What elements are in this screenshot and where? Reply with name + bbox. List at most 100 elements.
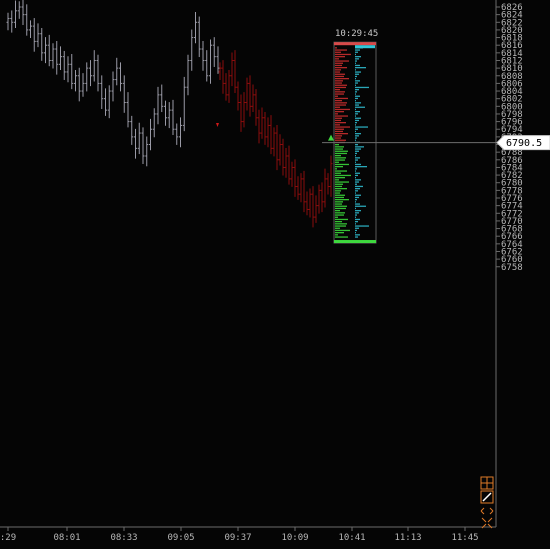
profile-volume-bar [335, 174, 351, 177]
pencil-draw-icon[interactable] [480, 490, 494, 504]
profile-delta-bar [355, 49, 360, 51]
profile-delta-bar [355, 185, 363, 188]
profile-delta-bar [355, 150, 359, 152]
profile-delta-bar [355, 111, 360, 113]
profile-delta-bar [355, 71, 361, 73]
profile-delta-bar [355, 73, 359, 75]
chart-canvas[interactable]: 10:29:45 6826682468226820681868166814681… [0, 0, 550, 545]
profile-delta-bar [355, 133, 361, 135]
profile-volume-bar [335, 159, 345, 161]
profile-delta-bar [355, 172, 360, 174]
profile-volume-bar [335, 221, 342, 223]
profile-delta-bar [355, 93, 356, 95]
profile-volume-bar [335, 97, 348, 100]
profile-volume-bar [335, 137, 341, 139]
profile-delta-bar [355, 227, 359, 229]
profile-volume-bar [335, 58, 339, 60]
profile-delta-bar [355, 122, 357, 124]
time-tick-label: 09:05 [167, 533, 194, 543]
profile-delta-bar [355, 80, 360, 82]
profile-volume-bar [335, 181, 349, 183]
profile-volume-bar [335, 117, 342, 119]
profile-delta-bar [355, 236, 358, 238]
ohlc-bars [6, 0, 333, 228]
profile-delta-bar [355, 135, 359, 137]
profile-volume-bar [335, 78, 349, 80]
profile-volume-bar [335, 161, 339, 163]
profile-volume-bar [335, 106, 340, 108]
profile-delta-bar [355, 174, 358, 177]
profile-delta-bar [355, 137, 357, 139]
profile-volume-bar [335, 75, 344, 78]
profile-delta-bar [355, 51, 358, 53]
profile-volume-bar [335, 119, 341, 122]
profile-delta-bar [355, 53, 356, 56]
profile-delta-bar [355, 78, 356, 80]
profile-top-bar [334, 42, 376, 46]
profile-volume-bar [335, 166, 343, 168]
profile-volume-bar [335, 216, 338, 218]
profile-delta-bar [355, 146, 364, 148]
profile-volume-bar [335, 80, 343, 82]
profile-bottom-bar [334, 240, 376, 244]
profile-volume-bar [335, 205, 347, 207]
profile-volume-bar [335, 47, 337, 49]
profile-delta-bar [355, 177, 356, 179]
profile-delta-bar [355, 210, 361, 212]
time-tick-label: 08:33 [110, 533, 137, 543]
profile-volume-bar [335, 67, 347, 69]
profile-delta-bar [355, 190, 358, 192]
profile-delta-bar [355, 62, 356, 64]
profile-delta-bar [355, 212, 359, 214]
profile-volume-bar [335, 234, 338, 236]
price-chart[interactable]: 10:29:45 6826 6824 6822 6820 6818 6816 6814 681… [0, 0, 550, 545]
profile-delta-bar [355, 221, 358, 223]
profile-volume-bar [335, 56, 345, 58]
profile-delta-bar [355, 157, 360, 159]
time-tick-label: 08:01 [53, 533, 80, 543]
profile-volume-bar [335, 111, 344, 113]
profile-volume-bar [335, 115, 348, 117]
expand-arrows-icon[interactable] [480, 507, 494, 515]
profile-delta-bar [355, 196, 359, 199]
profile-delta-bar [355, 163, 361, 166]
profile-volume-bar [335, 64, 342, 67]
profile-volume-bar [335, 93, 344, 95]
volume-profile: 10:29:45 [333, 29, 378, 244]
profile-volume-bar [335, 188, 347, 190]
profile-volume-bar [335, 155, 341, 157]
profile-delta-bar [355, 148, 361, 150]
profile-volume-bar [335, 170, 347, 172]
profile-volume-bar [335, 225, 346, 227]
profile-volume-bar [335, 146, 344, 148]
profile-volume-bar [335, 177, 345, 179]
profile-delta-bar [355, 67, 366, 69]
profile-volume-bar [335, 91, 345, 93]
profile-volume-bar [335, 232, 344, 234]
profile-volume-bar [335, 133, 348, 135]
profile-volume-bar [335, 212, 345, 214]
profile-delta-bar [355, 64, 360, 67]
profile-volume-bar [335, 71, 340, 73]
profile-volume-bar [335, 157, 346, 159]
price-tick-label: 6758 [501, 263, 523, 273]
profile-volume-bar [335, 130, 343, 133]
profile-delta-bar [355, 166, 367, 168]
profile-delta-bar [355, 205, 366, 207]
profile-volume-bar [335, 62, 343, 64]
profile-volume-bar [335, 207, 346, 210]
profile-volume-bar [335, 199, 349, 201]
profile-delta-bar [355, 179, 361, 181]
profile-delta-bar [355, 117, 361, 119]
profile-volume-bar [335, 192, 340, 194]
profile-volume-bar [335, 210, 340, 212]
time-tick-label: 10:41 [338, 533, 365, 543]
profile-delta-bar [355, 82, 358, 84]
crosshair-grid-icon[interactable] [480, 476, 494, 490]
profile-volume-bar [335, 73, 345, 75]
profile-delta-bar [355, 218, 360, 221]
profile-volume-bar [335, 148, 343, 150]
profile-delta-bar [355, 60, 357, 62]
profile-delta-bar [355, 144, 358, 146]
profile-delta-bar [355, 104, 359, 106]
